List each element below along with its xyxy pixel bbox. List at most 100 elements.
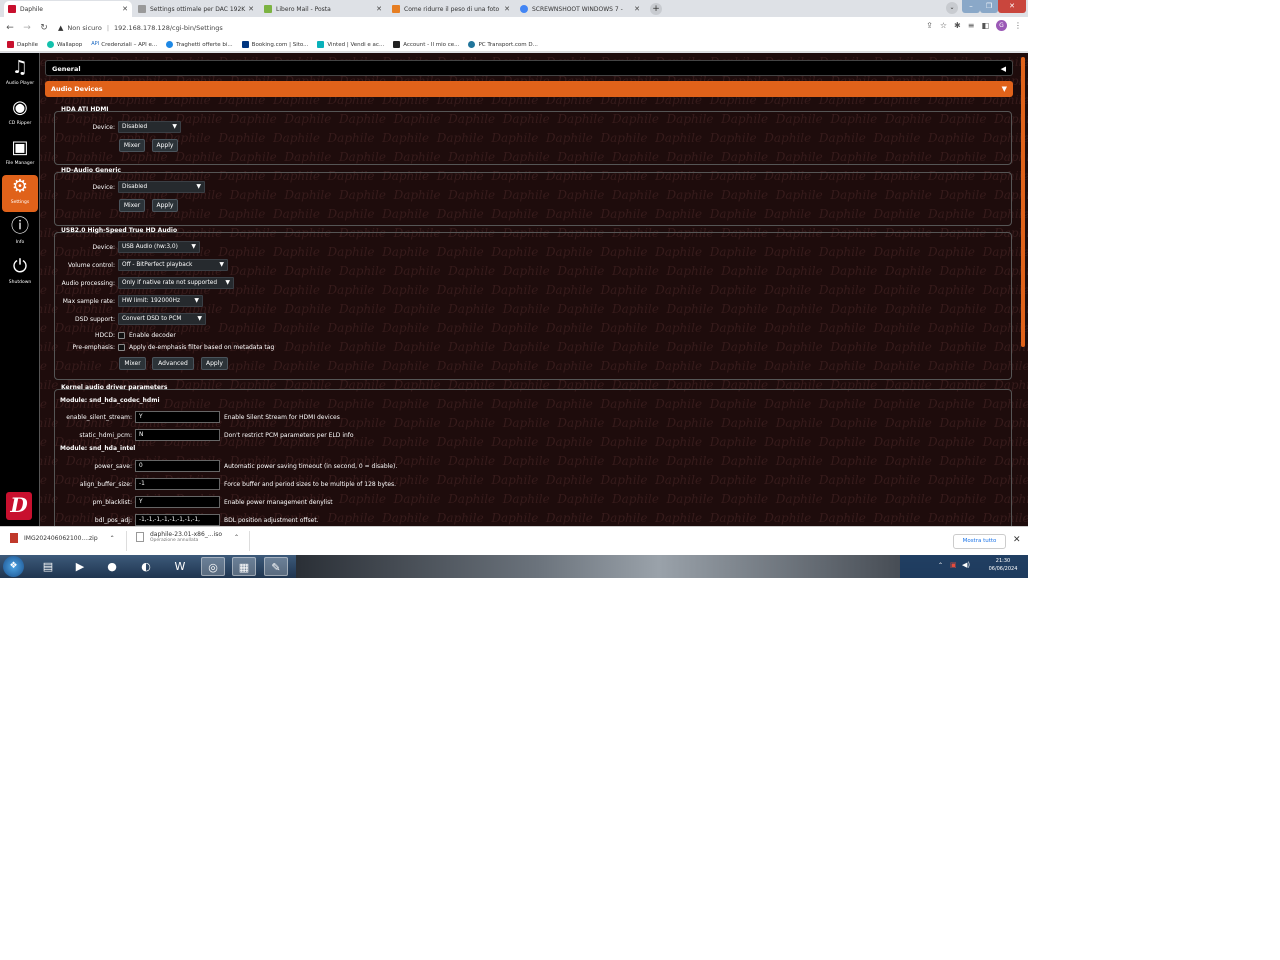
device-select[interactable]: Disabled ▼ [118, 181, 205, 193]
edge-icon[interactable]: ◐ [134, 557, 158, 576]
network-icon[interactable]: ▣ [950, 561, 957, 569]
warning-icon: ▲ [58, 23, 64, 32]
device-label: Device: [92, 243, 115, 251]
mixer-button[interactable]: Mixer [119, 199, 145, 212]
sidebar-item-shutdown[interactable]: ⏻ Shutdown [2, 255, 38, 292]
share-icon[interactable]: ⇪ [926, 21, 933, 30]
bookmark-label: Credenziali – API e... [101, 41, 158, 48]
browser-toolbar: ← → ↻ ▲ Non sicuro | 192.168.178.128/cgi… [0, 17, 1028, 38]
dsd-support-select[interactable]: Convert DSD to PCM ▼ [118, 313, 206, 325]
extensions-icon[interactable]: ✱ [954, 21, 961, 30]
show-all-button[interactable]: Mostra tutto [953, 534, 1006, 549]
close-icon[interactable]: ✕ [376, 5, 382, 13]
bookmark-account[interactable]: Account - Il mio ce... [393, 41, 459, 48]
chevron-down-icon: ▼ [197, 315, 202, 322]
param-input[interactable]: -1,-1,-1,-1,-1,-1,-1,-1, [135, 514, 220, 526]
apply-button[interactable]: Apply [201, 357, 228, 370]
apply-button[interactable]: Apply [152, 139, 178, 152]
menu-icon[interactable]: ⋮ [1014, 21, 1022, 30]
sidebar-item-cd-ripper[interactable]: ◉ CD Ripper [2, 96, 38, 133]
device-group-hda-ati-hdmi: HDA ATI HDMI Device: Disabled ▼ Mixer App… [54, 106, 1012, 165]
bookmark-daphile[interactable]: Daphile [7, 41, 38, 48]
firefox-icon[interactable]: ● [100, 557, 124, 576]
section-general[interactable]: General ◀ [45, 60, 1013, 76]
minimize-button[interactable]: – [962, 0, 980, 13]
chrome-icon[interactable]: ◎ [201, 557, 225, 576]
restore-button[interactable]: ❐ [980, 0, 998, 13]
side-panel-icon[interactable]: ◧ [981, 21, 989, 30]
device-select[interactable]: USB Audio (hw:3,0) ▼ [118, 241, 200, 253]
bookmark-pctransport[interactable]: PC Transport.com D... [468, 41, 538, 48]
expand-down-icon: ▼ [1001, 85, 1007, 93]
sidebar-item-settings[interactable]: ⚙ Settings [2, 175, 38, 212]
select-value: Only if native rate not supported [122, 280, 218, 286]
tab-search-icon[interactable]: ⌄ [946, 2, 958, 14]
param-input[interactable]: Y [135, 496, 220, 508]
window-close-button[interactable]: ✕ [998, 0, 1026, 13]
tab-title: Come ridurre il peso di una foto [404, 5, 500, 13]
audio-processing-select[interactable]: Only if native rate not supported ▼ [118, 277, 234, 289]
address-bar[interactable]: ▲ Non sicuro | 192.168.178.128/cgi-bin/S… [58, 19, 928, 36]
close-icon[interactable]: ✕ [504, 5, 510, 13]
mixer-button[interactable]: Mixer [119, 139, 145, 152]
explorer-icon[interactable]: ▤ [36, 557, 60, 576]
param-input[interactable]: N [135, 429, 220, 441]
back-icon[interactable]: ← [3, 23, 17, 33]
mixer-button[interactable]: Mixer [119, 357, 146, 370]
tab-screenshot[interactable]: SCREWNSHOOT WINDOWS 7 - ✕ [516, 1, 644, 17]
close-icon[interactable]: ✕ [122, 5, 128, 13]
device-select[interactable]: Disabled ▼ [118, 121, 181, 133]
select-value: Off - BitPerfect playback [122, 262, 193, 268]
pre-emphasis-label: Pre-emphasis: [72, 343, 115, 351]
max-sample-rate-select[interactable]: HW limit: 192000Hz ▼ [118, 295, 203, 307]
close-icon[interactable]: ✕ [1013, 535, 1021, 545]
clock[interactable]: 21:30 06/06/2024 [988, 558, 1018, 572]
tab-ridurre-foto[interactable]: Come ridurre il peso di una foto ✕ [388, 1, 514, 17]
reload-icon[interactable]: ↻ [37, 23, 51, 33]
forum-favicon-icon [138, 5, 146, 13]
new-tab-button[interactable]: + [650, 3, 662, 15]
advanced-button[interactable]: Advanced [152, 357, 194, 370]
hdcd-checkbox[interactable] [118, 331, 125, 339]
profile-avatar[interactable]: G [996, 20, 1007, 31]
apply-button[interactable]: Apply [152, 199, 178, 212]
star-icon[interactable]: ☆ [940, 21, 947, 30]
tab-daphile[interactable]: Daphile ✕ [4, 1, 132, 17]
box-icon: ▣ [11, 137, 29, 158]
chevron-up-icon[interactable]: ⌃ [110, 535, 115, 542]
bookmark-vinted[interactable]: Vinted | Vendi e ac... [317, 41, 384, 48]
tab-title: SCREWNSHOOT WINDOWS 7 - [532, 5, 623, 13]
close-icon[interactable]: ✕ [248, 5, 254, 13]
param-input[interactable]: Y [135, 411, 220, 423]
chevron-up-icon[interactable]: ⌃ [234, 534, 239, 541]
download-item-iso[interactable]: daphile-23.01-x86_...iso Operazione annu… [136, 531, 239, 543]
tab-title: Libero Mail - Posta [276, 5, 331, 13]
param-input[interactable]: -1 [135, 478, 220, 490]
show-hidden-icon[interactable]: ⌃ [938, 562, 943, 569]
page-scrollbar[interactable] [1021, 57, 1025, 347]
sidebar-item-info[interactable]: ⓘ Info [2, 215, 38, 252]
sidebar-item-audio-player[interactable]: ♫ Audio Player [2, 56, 38, 93]
start-button[interactable]: ❖ [3, 556, 24, 577]
reading-list-icon[interactable]: ≡ [968, 21, 975, 30]
sidebar-item-file-manager[interactable]: ▣ File Manager [2, 136, 38, 173]
tab-libero-mail[interactable]: Libero Mail - Posta ✕ [260, 1, 386, 17]
chevron-down-icon: ▼ [219, 261, 224, 268]
section-audio-devices[interactable]: Audio Devices ▼ [45, 81, 1013, 97]
download-item-zip[interactable]: IMG20240606210​0....zip ⌃ [10, 533, 115, 543]
close-icon[interactable]: ✕ [634, 5, 640, 13]
bookmark-credenziali[interactable]: API Credenziali – API e... [91, 41, 157, 48]
volume-control-select[interactable]: Off - BitPerfect playback ▼ [118, 259, 228, 271]
bookmark-traghetti[interactable]: Traghetti offerte bi... [166, 41, 233, 48]
paint-icon[interactable]: ✎ [264, 557, 288, 576]
pre-emphasis-checkbox[interactable] [118, 343, 125, 351]
param-input[interactable]: 0 [135, 460, 220, 472]
winrar-icon[interactable]: ▦ [232, 557, 256, 576]
media-player-icon[interactable]: ▶ [68, 557, 92, 576]
word-icon[interactable]: W [168, 557, 192, 576]
volume-icon[interactable]: ◀) [962, 561, 970, 569]
bookmark-wallapop[interactable]: Wallapop [47, 41, 82, 48]
bookmark-booking[interactable]: Booking.com | Sito... [241, 41, 308, 48]
tab-settings-dac[interactable]: Settings ottimale per DAC 192K ✕ [134, 1, 258, 17]
forward-icon[interactable]: → [20, 23, 34, 33]
